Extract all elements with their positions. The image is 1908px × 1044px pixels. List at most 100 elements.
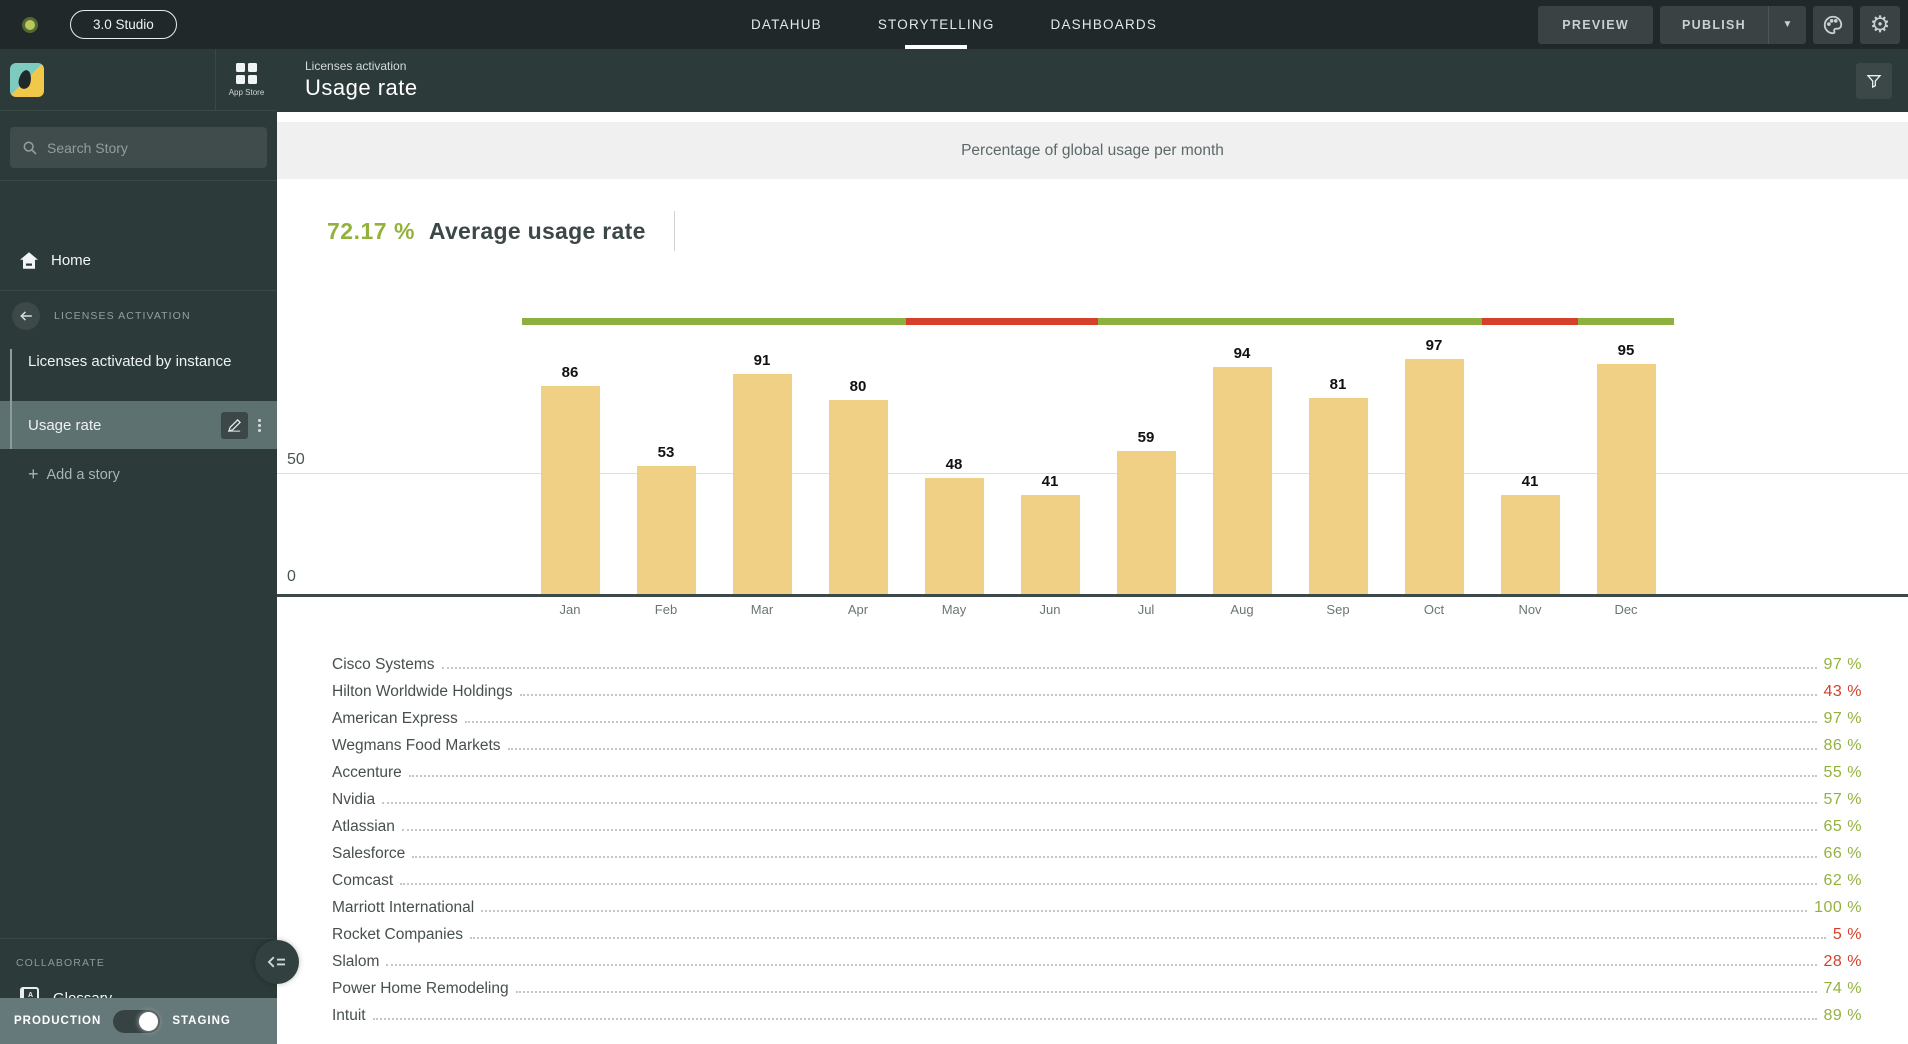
story-item-tools bbox=[221, 412, 261, 439]
bar-chart: 50 0 86 Jan 53 Feb 91 Mar 80 Apr 48 May 41 Jun 59 Jul… bbox=[277, 318, 1908, 628]
company-value: 86 % bbox=[1823, 737, 1862, 754]
add-story-button[interactable]: + Add a story bbox=[28, 464, 120, 485]
bar-nov[interactable] bbox=[1500, 495, 1560, 594]
bar-mar[interactable] bbox=[732, 374, 792, 594]
bar-feb[interactable] bbox=[636, 466, 696, 594]
list-item: Accenture 55 % bbox=[332, 758, 1862, 785]
company-value: 43 % bbox=[1823, 683, 1862, 700]
bar-value-label: 41 bbox=[1521, 473, 1539, 490]
y-tick-0: 0 bbox=[287, 568, 296, 585]
status-strip bbox=[522, 318, 1674, 325]
bar-oct[interactable] bbox=[1404, 359, 1464, 594]
list-item: Comcast 62 % bbox=[332, 866, 1862, 893]
app-store-label: App Store bbox=[228, 88, 265, 97]
bar-jul[interactable] bbox=[1116, 451, 1176, 594]
plus-icon: + bbox=[28, 464, 39, 484]
search-icon bbox=[22, 140, 38, 156]
company-usage-list: Cisco Systems 97 % Hilton Worldwide Holdin… bbox=[332, 650, 1862, 1028]
toggle-knob bbox=[139, 1011, 159, 1031]
list-item: Atlassian 65 % bbox=[332, 812, 1862, 839]
chart-title: Percentage of global usage per month bbox=[961, 141, 1224, 159]
company-value: 65 % bbox=[1823, 818, 1862, 835]
settings-button[interactable]: ⚙ bbox=[1860, 5, 1900, 44]
bar-may[interactable] bbox=[924, 478, 984, 594]
dotted-leader bbox=[469, 937, 1826, 939]
story-item-menu-button[interactable] bbox=[258, 419, 261, 432]
dotted-leader bbox=[408, 775, 1817, 777]
search-input[interactable] bbox=[47, 139, 255, 156]
dotted-leader bbox=[441, 667, 1817, 669]
tab-storytelling[interactable]: STORYTELLING bbox=[878, 0, 995, 49]
app-store-button[interactable]: App Store bbox=[215, 49, 277, 111]
app-logo[interactable] bbox=[10, 63, 44, 97]
add-story-label: Add a story bbox=[46, 466, 120, 483]
sidebar-item-usage-rate[interactable]: Usage rate bbox=[0, 401, 277, 449]
company-name: Atlassian bbox=[332, 818, 395, 835]
topbar-actions: PREVIEW PUBLISH ▼ ⚙ bbox=[1538, 0, 1900, 49]
tab-dashboards[interactable]: DASHBOARDS bbox=[1051, 0, 1158, 49]
bar-dec[interactable] bbox=[1596, 364, 1656, 594]
story-group-indicator bbox=[10, 349, 12, 449]
bar-jun[interactable] bbox=[1020, 495, 1080, 594]
x-tick-jul: Jul bbox=[1137, 602, 1155, 617]
back-button[interactable] bbox=[12, 302, 40, 330]
x-tick-nov: Nov bbox=[1518, 602, 1542, 617]
bar-value-label: 59 bbox=[1137, 429, 1155, 446]
sidebar-item-home[interactable]: Home bbox=[0, 241, 277, 279]
x-tick-aug: Aug bbox=[1230, 602, 1254, 617]
production-label: PRODUCTION bbox=[14, 1015, 102, 1027]
publish-dropdown-caret[interactable]: ▼ bbox=[1768, 5, 1806, 44]
company-value: 57 % bbox=[1823, 791, 1862, 808]
dotted-leader bbox=[519, 694, 1817, 696]
page-title: Usage rate bbox=[305, 75, 418, 100]
dotted-leader bbox=[400, 883, 1817, 885]
dotted-leader bbox=[507, 748, 1817, 750]
company-value: 66 % bbox=[1823, 845, 1862, 862]
sidebar-item-licenses-activated-by-instance[interactable]: Licenses activated by instance bbox=[0, 353, 277, 370]
publish-button-group: PUBLISH ▼ bbox=[1660, 5, 1806, 44]
list-item: Nvidia 57 % bbox=[332, 785, 1862, 812]
company-name: Slalom bbox=[332, 953, 380, 970]
environment-toggle[interactable] bbox=[113, 1009, 161, 1033]
top-bar: 3.0 Studio DATAHUB STORYTELLING DASHBOAR… bbox=[0, 0, 1908, 49]
filter-button[interactable] bbox=[1856, 63, 1892, 99]
company-name: Nvidia bbox=[332, 791, 376, 808]
y-tick-50: 50 bbox=[287, 451, 305, 468]
tab-datahub[interactable]: DATAHUB bbox=[751, 0, 822, 49]
bar-value-label: 95 bbox=[1617, 342, 1635, 359]
dotted-leader bbox=[372, 1018, 1817, 1020]
x-tick-jun: Jun bbox=[1039, 602, 1061, 617]
company-value: 89 % bbox=[1823, 1007, 1862, 1024]
x-tick-apr: Apr bbox=[847, 602, 869, 617]
x-tick-dec: Dec bbox=[1614, 602, 1638, 617]
bar-apr[interactable] bbox=[828, 400, 888, 594]
list-item: Power Home Remodeling 74 % bbox=[332, 974, 1862, 1001]
company-name: Salesforce bbox=[332, 845, 406, 862]
status-strip-segment-red bbox=[1482, 318, 1578, 325]
divider bbox=[0, 938, 277, 939]
collaborate-section-label: COLLABORATE bbox=[16, 957, 105, 969]
theme-palette-button[interactable] bbox=[1813, 5, 1853, 44]
x-tick-mar: Mar bbox=[750, 602, 774, 617]
status-strip-segment-green bbox=[1098, 318, 1482, 325]
story-search bbox=[10, 127, 267, 168]
collapse-sidebar-icon bbox=[267, 954, 287, 970]
app-section-label: LICENSES ACTIVATION bbox=[54, 310, 191, 322]
publish-button[interactable]: PUBLISH bbox=[1660, 5, 1768, 44]
app-section-header: LICENSES ACTIVATION bbox=[0, 301, 277, 331]
bar-jan[interactable] bbox=[540, 386, 600, 594]
x-tick-jan: Jan bbox=[559, 602, 581, 617]
company-name: Hilton Worldwide Holdings bbox=[332, 683, 513, 700]
company-name: Wegmans Food Markets bbox=[332, 737, 501, 754]
dotted-leader bbox=[515, 991, 1817, 993]
preview-button[interactable]: PREVIEW bbox=[1538, 5, 1654, 44]
company-value: 5 % bbox=[1832, 926, 1862, 943]
status-strip-segment-green bbox=[1578, 318, 1674, 325]
status-strip-segment-green bbox=[522, 318, 906, 325]
collapse-sidebar-button[interactable] bbox=[255, 940, 299, 984]
edit-story-button[interactable] bbox=[221, 412, 248, 439]
bar-aug[interactable] bbox=[1212, 367, 1272, 594]
list-item: Slalom 28 % bbox=[332, 947, 1862, 974]
company-value: 97 % bbox=[1823, 656, 1862, 673]
bar-sep[interactable] bbox=[1308, 398, 1368, 594]
